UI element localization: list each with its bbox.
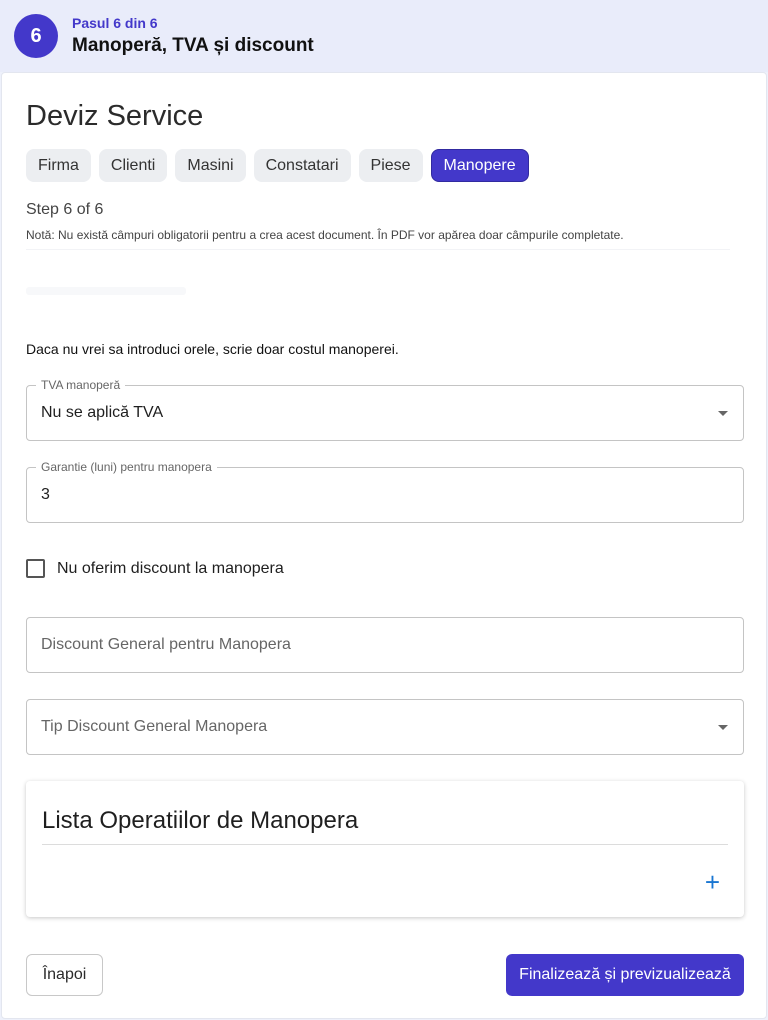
tip-discount-placeholder: Tip Discount General Manopera [41,718,268,735]
panel-divider [42,844,728,845]
page-title: Deviz Service [26,100,204,132]
step-number-badge: 6 [14,14,58,58]
info-note: Notă: Nu există câmpuri obligatorii pent… [26,228,624,242]
hint-text: Daca nu vrei sa introduci orele, scrie d… [26,341,399,357]
discount-general-placeholder: Discount General pentru Manopera [41,636,291,653]
garantie-input-value: 3 [41,486,50,503]
add-operation-icon[interactable]: + [705,869,720,895]
tab-manopere[interactable]: Manopere [430,149,529,182]
tip-discount-select[interactable]: Tip Discount General Manopera [26,699,744,755]
tva-select-value: Nu se aplică TVA [41,404,164,421]
chevron-down-icon [718,411,728,416]
tab-clienti[interactable]: Clienti [98,149,168,182]
no-discount-checkbox-row[interactable]: Nu oferim discount la manopera [26,559,284,578]
tva-select-label: TVA manoperă [36,378,126,392]
tab-bar: Firma Clienti Masini Constatari Piese Ma… [26,149,529,182]
operations-panel-title: Lista Operatiilor de Manopera [42,807,359,834]
garantie-input-label: Garantie (luni) pentru manopera [36,460,217,474]
chevron-down-icon [718,725,728,730]
tva-select[interactable]: TVA manoperă Nu se aplică TVA [26,378,744,441]
operations-panel: Lista Operatiilor de Manopera + [26,781,744,917]
tab-masini[interactable]: Masini [175,149,246,182]
tab-firma[interactable]: Firma [26,149,91,182]
step-header: 6 Pasul 6 din 6 Manoperă, TVA și discoun… [0,0,768,72]
divider [26,249,730,250]
finish-preview-button[interactable]: Finalizează și previzualizează [506,954,744,996]
garantie-input[interactable]: Garantie (luni) pentru manopera 3 [26,460,744,523]
tab-constatari[interactable]: Constatari [253,149,351,182]
no-discount-checkbox-label: Nu oferim discount la manopera [57,559,284,577]
faded-placeholder-block [26,287,186,295]
back-button[interactable]: Înapoi [26,954,103,996]
step-title: Manoperă, TVA și discount [72,35,314,56]
step-progress-text: Step 6 of 6 [26,201,104,218]
no-discount-checkbox[interactable] [26,559,45,578]
discount-general-input[interactable]: Discount General pentru Manopera [26,617,744,673]
form-card: Deviz Service Firma Clienti Masini Const… [1,72,767,1019]
tab-piese[interactable]: Piese [358,149,423,182]
step-counter-label: Pasul 6 din 6 [72,15,158,31]
